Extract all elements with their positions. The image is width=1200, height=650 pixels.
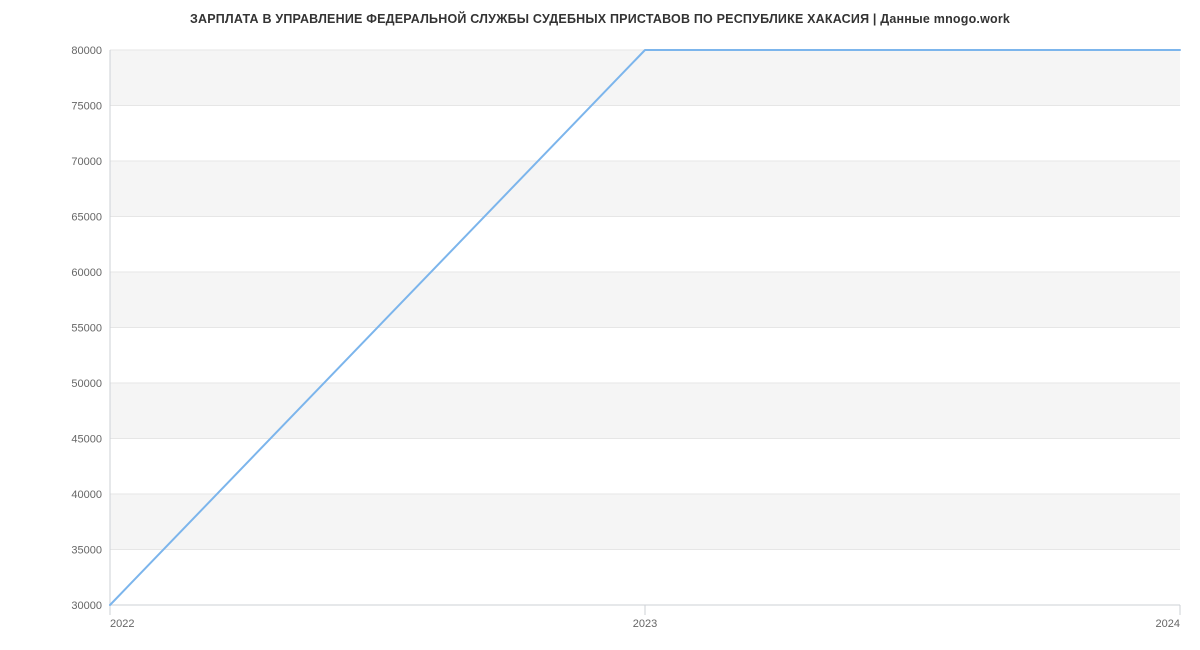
x-tick-label: 2022 — [110, 618, 134, 630]
grid-band — [110, 50, 1180, 106]
y-tick-label: 80000 — [71, 45, 102, 57]
y-tick-label: 70000 — [71, 156, 102, 168]
chart-container: ЗАРПЛАТА В УПРАВЛЕНИЕ ФЕДЕРАЛЬНОЙ СЛУЖБЫ… — [0, 0, 1200, 650]
grid-band — [110, 383, 1180, 439]
grid-band — [110, 272, 1180, 328]
y-tick-label: 55000 — [71, 323, 102, 335]
grid-band — [110, 494, 1180, 550]
y-tick-label: 50000 — [71, 378, 102, 390]
grid-band — [110, 161, 1180, 217]
y-tick-label: 65000 — [71, 212, 102, 224]
y-tick-label: 30000 — [71, 600, 102, 612]
y-tick-label: 35000 — [71, 545, 102, 557]
y-tick-label: 75000 — [71, 101, 102, 113]
y-tick-label: 45000 — [71, 434, 102, 446]
y-tick-label: 40000 — [71, 489, 102, 501]
x-tick-label: 2023 — [633, 618, 657, 630]
chart-svg: 30000 35000 40000 45000 50000 55000 60000 65000… — [0, 0, 1200, 650]
x-tick-label: 2024 — [1156, 618, 1180, 630]
y-tick-label: 60000 — [71, 267, 102, 279]
